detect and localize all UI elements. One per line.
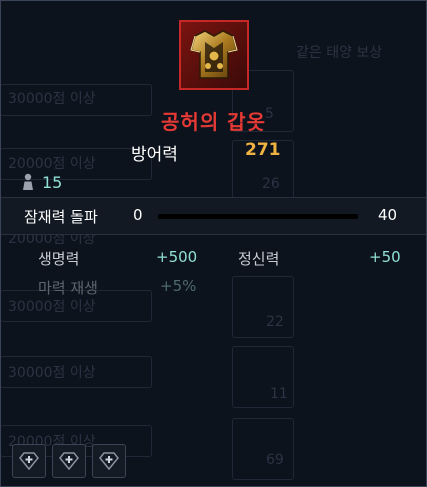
gem-slot[interactable] xyxy=(92,444,126,478)
background-reward-slot xyxy=(232,418,294,480)
background-number: 26 xyxy=(262,176,280,192)
limit-break-max: 40 xyxy=(378,206,398,224)
limit-break-label: 잠재력 돌파 xyxy=(24,208,98,226)
gem-slot-icon xyxy=(59,452,79,470)
gem-slot-icon xyxy=(99,452,119,470)
option-label: 마력 재생 xyxy=(38,279,98,297)
option-value: +50 xyxy=(369,248,401,266)
background-reward-slot xyxy=(232,276,294,338)
divider xyxy=(0,234,427,235)
gem-slot[interactable] xyxy=(52,444,86,478)
option-value: +5% xyxy=(160,277,197,295)
item-tooltip: 같은 태양 보상 30000점 이상 20000점 이상 20000점 이상 3… xyxy=(0,0,427,487)
background-header: 같은 태양 보상 xyxy=(296,45,383,61)
background-row: 30000점 이상 xyxy=(8,91,96,107)
option-label: 생명력 xyxy=(38,250,80,268)
background-row: 30000점 이상 xyxy=(8,365,96,381)
limit-break-bar xyxy=(158,214,358,219)
background-number: 11 xyxy=(270,386,288,402)
limit-break-min: 0 xyxy=(133,206,143,224)
gem-slot[interactable] xyxy=(12,444,46,478)
background-number: 22 xyxy=(266,314,284,330)
option-value: +500 xyxy=(156,248,198,266)
item-name: 공허의 갑옷 xyxy=(161,110,266,134)
level-value: 15 xyxy=(42,172,63,192)
stat-value: 271 xyxy=(245,140,281,160)
level-requirement: 15 xyxy=(22,172,62,192)
option-label: 정신력 xyxy=(238,250,280,268)
background-row: 20000점 이상 xyxy=(8,156,96,172)
background-row: 30000점 이상 xyxy=(8,299,96,315)
limit-break-row: 잠재력 돌파 0 40 xyxy=(0,198,427,234)
background-number: 69 xyxy=(266,452,284,468)
character-level-icon xyxy=(23,173,33,190)
stat-label: 방어력 xyxy=(131,145,178,165)
armor-icon xyxy=(190,30,238,79)
item-icon-frame[interactable] xyxy=(179,20,249,90)
gem-slot-icon xyxy=(19,452,39,470)
